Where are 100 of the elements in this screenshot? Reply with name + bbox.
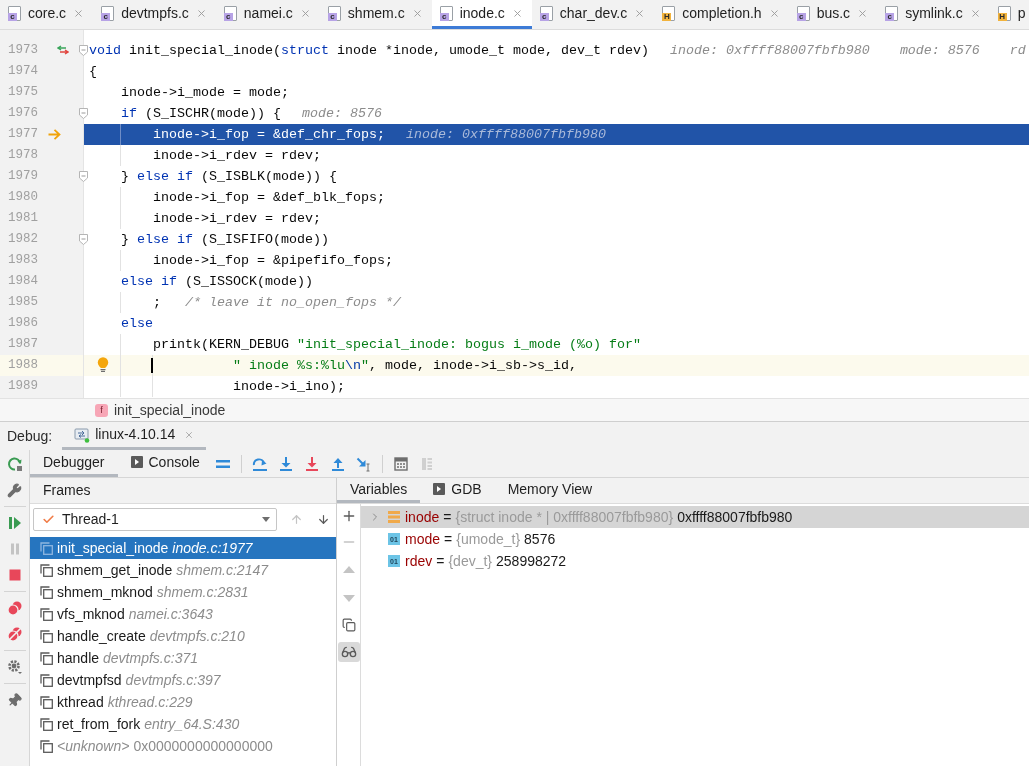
breakpoints-icon[interactable] xyxy=(6,600,23,616)
close-icon[interactable] xyxy=(768,7,780,19)
fold-marker-icon[interactable] xyxy=(79,45,88,56)
editor-tab[interactable]: H completion.h xyxy=(654,0,789,29)
fold-marker-icon[interactable] xyxy=(79,234,88,245)
code-line: } else if (S_ISBLK(mode)) { xyxy=(121,167,337,186)
editor-tab[interactable]: c char_dev.c xyxy=(531,0,655,29)
stack-frame-item[interactable]: init_special_inode inode.c:1977 xyxy=(30,537,336,559)
file-icon: H xyxy=(997,5,1011,21)
close-icon[interactable] xyxy=(195,7,207,19)
stack-frame-item[interactable]: ret_from_fork entry_64.S:430 xyxy=(30,713,336,735)
file-icon: c xyxy=(327,5,341,21)
up-arrow-icon[interactable] xyxy=(290,513,303,526)
editor-tab[interactable]: c devtmpfs.c xyxy=(93,0,216,29)
file-icon: c xyxy=(439,5,453,21)
stack-frame-icon xyxy=(40,739,53,753)
file-icon: c xyxy=(539,5,553,21)
close-icon[interactable] xyxy=(511,7,523,19)
step-into-icon[interactable] xyxy=(277,455,294,472)
editor-tab[interactable]: c bus.c xyxy=(788,0,878,29)
run-to-cursor-icon[interactable] xyxy=(355,455,372,472)
code-line: void init_special_inode(struct inode *inode, umode_t mode, dev_t rdev) xyxy=(89,41,649,60)
settings-icon[interactable] xyxy=(6,659,23,675)
struct-icon xyxy=(388,511,400,523)
console-icon xyxy=(433,483,446,495)
stack-frame-item[interactable]: vfs_mknod namei.c:3643 xyxy=(30,603,336,625)
step-over-icon[interactable] xyxy=(251,455,268,472)
stack-frame-icon xyxy=(40,695,53,709)
move-up-icon[interactable] xyxy=(342,566,355,573)
line-number: 1989 xyxy=(8,378,38,396)
code-line: inode->i_rdev = rdev; xyxy=(153,146,321,165)
editor-tab[interactable]: c shmem.c xyxy=(319,0,432,29)
tool-tab[interactable]: Memory View xyxy=(494,478,606,503)
inline-value-hint: inode: 0xffff88007fbfb980 xyxy=(669,41,870,60)
code-line: } else if (S_ISFIFO(mode)) xyxy=(121,230,329,249)
stack-frame-icon xyxy=(40,673,53,687)
file-icon: c xyxy=(223,5,237,21)
editor-tab[interactable]: c symlink.c xyxy=(877,0,990,29)
swap-arrows-icon[interactable] xyxy=(57,45,69,55)
rerun-icon[interactable] xyxy=(6,456,23,472)
close-icon[interactable] xyxy=(73,7,85,19)
line-number: 1988 xyxy=(8,357,38,375)
close-icon[interactable] xyxy=(184,429,195,440)
editor-tab[interactable]: H p xyxy=(989,0,1029,29)
variable-row[interactable]: inode = {struct inode * | 0xffff88007fbfb980} 0xffff88007fbfb980 xyxy=(361,506,1029,528)
function-badge-icon: f xyxy=(95,403,108,417)
close-icon[interactable] xyxy=(634,7,646,19)
code-line: inode->i_ino); xyxy=(232,377,345,396)
calculator-icon[interactable] xyxy=(392,455,409,472)
tool-tab[interactable]: Console xyxy=(117,450,213,477)
glasses-icon xyxy=(340,644,357,660)
code-line: if (S_ISCHR(mode)) { xyxy=(121,104,281,123)
stack-frame-item[interactable]: handle devtmpfs.c:371 xyxy=(30,647,336,669)
fold-marker-icon[interactable] xyxy=(79,171,88,182)
stack-frame-item[interactable]: shmem_mknod shmem.c:2831 xyxy=(30,581,336,603)
stack-frame-icon xyxy=(40,563,53,577)
line-number: 1986 xyxy=(8,315,38,333)
file-icon: H xyxy=(662,5,676,21)
stack-frame-item[interactable]: kthread kthread.c:229 xyxy=(30,691,336,713)
code-line: printk(KERN_DEBUG "init_special_inode: bogus i_mode (%o) for" xyxy=(153,335,641,354)
tool-tab[interactable]: GDB xyxy=(420,478,495,503)
stack-frame-icon xyxy=(40,541,53,555)
editor-tab[interactable]: c core.c xyxy=(0,0,94,29)
fold-marker-icon[interactable] xyxy=(79,108,88,119)
breadcrumb-item[interactable]: init_special_inode xyxy=(114,399,226,421)
stack-frame-icon xyxy=(40,717,53,731)
file-icon: c xyxy=(885,5,899,21)
editor-tab[interactable]: c namei.c xyxy=(215,0,320,29)
line-number: 1979 xyxy=(8,168,38,186)
resume-icon[interactable] xyxy=(6,515,23,531)
close-icon[interactable] xyxy=(299,7,311,19)
line-number: 1978 xyxy=(8,147,38,165)
line-number: 1980 xyxy=(8,189,38,207)
editor-tab[interactable]: c inode.c xyxy=(431,0,532,29)
stack-frame-icon xyxy=(40,629,53,643)
lightbulb-icon[interactable] xyxy=(97,357,109,372)
show-watches-toggle[interactable] xyxy=(337,642,360,662)
thread-dropdown[interactable]: Thread-1 xyxy=(33,508,277,531)
close-icon[interactable] xyxy=(857,7,869,19)
stack-frame-item[interactable]: shmem_get_inode shmem.c:2147 xyxy=(30,559,336,581)
move-down-icon[interactable] xyxy=(342,595,355,602)
stack-frame-item[interactable]: devtmpfsd devtmpfs.c:397 xyxy=(30,669,336,691)
code-line: inode->i_fop = &def_chr_fops; xyxy=(153,125,385,144)
code-line: inode->i_fop = &pipefifo_fops; xyxy=(153,251,393,270)
debug-session-icon xyxy=(74,426,91,443)
tool-tab[interactable]: Variables xyxy=(337,478,421,503)
close-icon[interactable] xyxy=(411,7,423,19)
line-number: 1985 xyxy=(8,294,38,312)
stack-frame-item[interactable]: <unknown> 0x0000000000000000 xyxy=(30,735,336,757)
line-number: 1976 xyxy=(8,105,38,123)
code-line: " inode %s:%lu\n", mode, inode->i_sb->s_id, xyxy=(232,356,577,375)
line-number: 1973 xyxy=(8,42,38,60)
close-icon[interactable] xyxy=(969,7,981,19)
wrench-icon[interactable] xyxy=(7,482,22,498)
stack-frame-item[interactable]: handle_create devtmpfs.c:210 xyxy=(30,625,336,647)
down-arrow-icon[interactable] xyxy=(317,513,330,526)
copy-icon[interactable] xyxy=(341,618,356,632)
mute-breakpoints-icon[interactable] xyxy=(6,626,23,642)
panel-title: Frames xyxy=(43,481,91,500)
force-step-into-icon[interactable] xyxy=(303,455,320,472)
